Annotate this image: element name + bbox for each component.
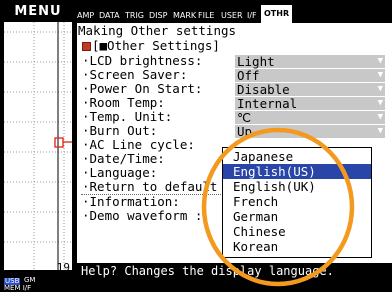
- tab-trig[interactable]: TRIG: [125, 8, 144, 23]
- dropdown-arrow-icon: ▼: [377, 70, 383, 80]
- tab-disp[interactable]: DISP: [149, 8, 167, 23]
- language-option-french[interactable]: French: [223, 194, 371, 209]
- setting-temp-unit-select[interactable]: ℃ ▼: [235, 111, 385, 124]
- waveform-grid: [4, 22, 72, 270]
- tab-bar: AMP DATA TRIG DISP MARK FILE USER I/F OT…: [77, 5, 392, 23]
- page-heading: Making Other settings: [78, 23, 237, 38]
- setting-power-on-start-label: ·Power On Start:: [82, 81, 203, 96]
- tab-mark[interactable]: MARK: [173, 8, 196, 23]
- dropdown-arrow-icon: ▼: [377, 112, 383, 122]
- setting-language-label[interactable]: ·Language:: [82, 166, 157, 180]
- setting-room-temp-label: ·Room Temp:: [82, 95, 165, 110]
- setting-screen-saver-label: ·Screen Saver:: [82, 67, 188, 82]
- setting-temp-unit-label: ·Temp. Unit:: [82, 109, 173, 124]
- language-option-english-us[interactable]: English(US): [223, 164, 371, 179]
- section-title: [■Other Settings]: [82, 39, 220, 53]
- language-option-chinese[interactable]: Chinese: [223, 224, 371, 239]
- dropdown-arrow-icon: ▼: [377, 126, 383, 136]
- setting-demo-waveform-label[interactable]: ·Demo waveform :: [82, 209, 202, 223]
- trace-marker: [54, 137, 64, 148]
- setting-screen-saver-select[interactable]: Off ▼: [235, 69, 385, 82]
- tab-user[interactable]: USER: [221, 8, 243, 23]
- setting-burn-out-select[interactable]: Up ▼: [235, 125, 385, 138]
- tab-data[interactable]: DATA: [99, 8, 120, 23]
- setting-lcd-brightness-select[interactable]: Light ▼: [235, 55, 385, 68]
- language-option-korean[interactable]: Korean: [223, 239, 371, 254]
- tab-file[interactable]: FILE: [198, 8, 214, 23]
- setting-lcd-brightness-label: ·LCD brightness:: [82, 53, 203, 68]
- left-panel: MENU 19 USB GM MEM I/F: [0, 0, 75, 292]
- dropdown-arrow-icon: ▼: [377, 98, 383, 108]
- language-option-japanese[interactable]: Japanese: [223, 149, 371, 164]
- language-option-english-uk[interactable]: English(UK): [223, 179, 371, 194]
- status-bar: USB GM MEM I/F: [2, 276, 74, 292]
- waveform-chart-area: [4, 22, 72, 270]
- language-dropdown[interactable]: Japanese English(US) English(UK) French …: [222, 147, 372, 258]
- tab-amp[interactable]: AMP: [77, 8, 94, 23]
- setting-ac-line-cycle-label[interactable]: ·AC Line cycle:: [82, 138, 195, 152]
- help-bar: Help? Changes the display language.: [77, 263, 392, 292]
- dropdown-arrow-icon: ▼: [377, 84, 383, 94]
- setting-room-temp-select[interactable]: Internal ▼: [235, 97, 385, 110]
- setting-date-time-label[interactable]: ·Date/Time:: [82, 152, 165, 166]
- gm-badge: GM: [24, 276, 36, 284]
- mem-if-badge: MEM I/F: [4, 284, 32, 292]
- setting-burn-out-label: ·Burn Out:: [82, 123, 158, 138]
- setting-information-label[interactable]: ·Information:: [82, 195, 180, 209]
- dropdown-arrow-icon: ▼: [377, 56, 383, 66]
- language-option-german[interactable]: German: [223, 209, 371, 224]
- tab-if[interactable]: I/F: [247, 8, 257, 23]
- setting-power-on-start-select[interactable]: Disable ▼: [235, 83, 385, 96]
- settings-folder-icon: [82, 42, 91, 51]
- tab-othr[interactable]: OTHR: [261, 5, 293, 23]
- menu-label[interactable]: MENU: [4, 3, 72, 21]
- count-value: 19: [56, 261, 70, 274]
- setting-return-to-default-label[interactable]: ·Return to default: [82, 180, 217, 194]
